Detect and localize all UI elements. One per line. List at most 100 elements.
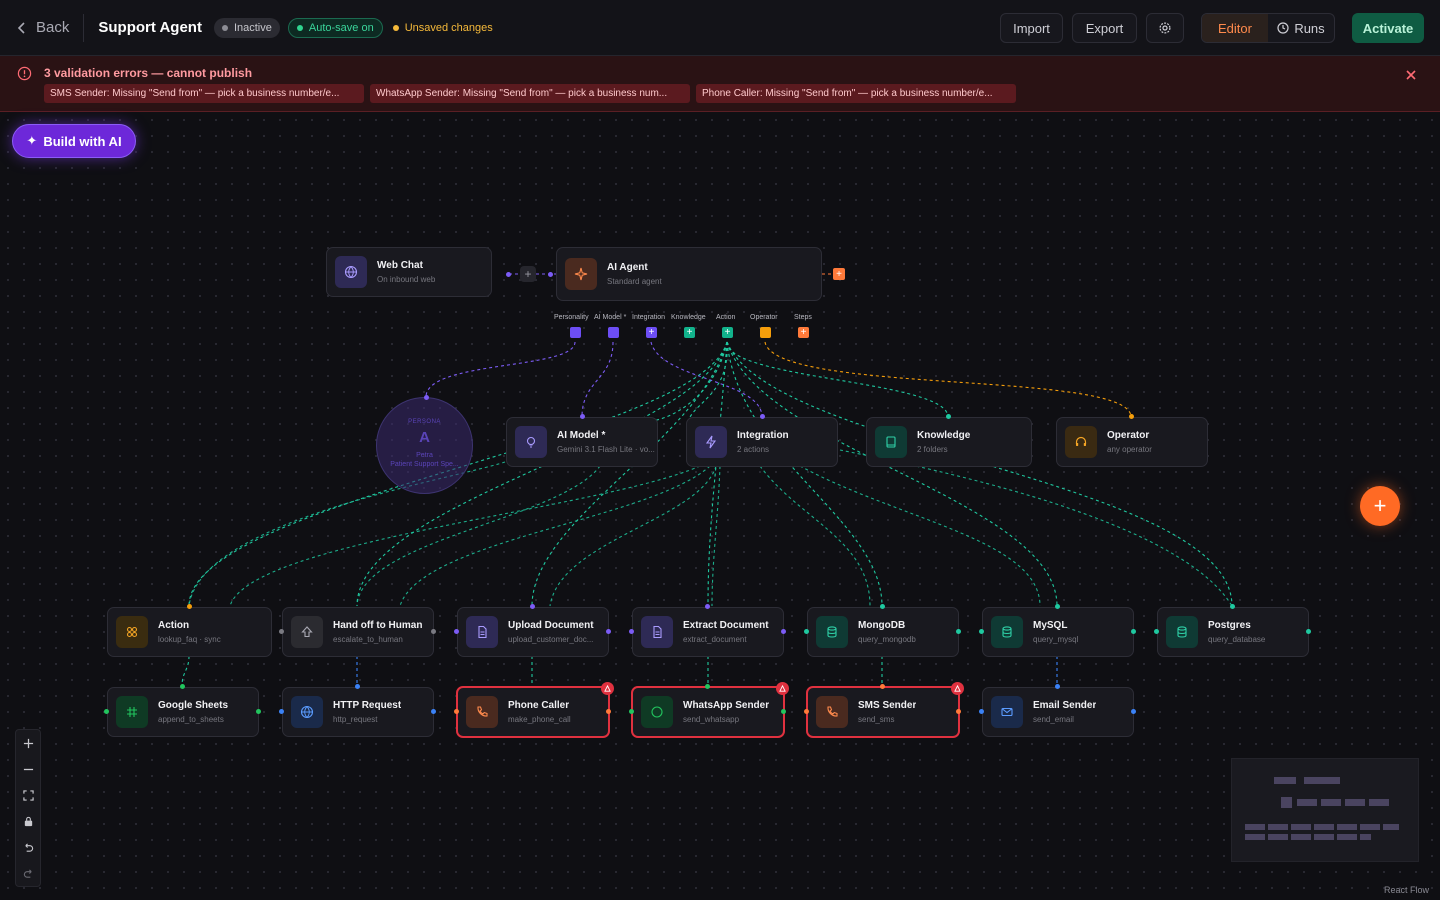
add-node-fab[interactable]: + (1360, 486, 1400, 526)
handle-out[interactable] (606, 709, 611, 714)
tab-runs[interactable]: Runs (1268, 14, 1334, 42)
node-email-sender[interactable]: Email Sender send_email (982, 687, 1134, 737)
handle-top[interactable] (1230, 604, 1235, 609)
error-chip-sms[interactable]: SMS Sender: Missing "Send from" — pick a… (44, 84, 364, 103)
handle-in[interactable] (629, 629, 634, 634)
handle-in[interactable] (580, 414, 585, 419)
handle-out[interactable] (956, 709, 961, 714)
slot-action-add[interactable]: + (722, 327, 733, 338)
error-chip-whatsapp[interactable]: WhatsApp Sender: Missing "Send from" — p… (370, 84, 690, 103)
settings-button[interactable] (1146, 13, 1184, 43)
handle-in[interactable] (629, 709, 634, 714)
handle-top[interactable] (355, 684, 360, 689)
persona-node[interactable]: PERSONA A Petra Patient Support Spe... (376, 397, 473, 494)
undo-button[interactable] (16, 834, 40, 860)
node-google-sheets[interactable]: Google Sheets append_to_sheets (107, 687, 259, 737)
node-web-chat[interactable]: Web Chat On inbound web (326, 247, 492, 297)
slot-personality[interactable] (570, 327, 581, 338)
handle-in[interactable] (804, 709, 809, 714)
node-hand-off[interactable]: Hand off to Human escalate_to_human (282, 607, 434, 657)
slot-steps-add[interactable]: + (798, 327, 809, 338)
handle-out[interactable] (256, 709, 261, 714)
add-next-step-button[interactable]: + (833, 268, 845, 280)
node-phone-caller[interactable]: Phone Caller make_phone_call (456, 682, 614, 738)
handle-out[interactable] (1131, 709, 1136, 714)
agent-name[interactable]: Support Agent (98, 19, 202, 36)
node-knowledge[interactable]: Knowledge 2 folders (866, 417, 1032, 467)
handle-in[interactable] (548, 272, 553, 277)
react-flow-attribution[interactable]: React Flow (1384, 885, 1429, 895)
handle-out[interactable] (606, 629, 611, 634)
node-mongodb[interactable]: MongoDB query_mongodb (807, 607, 959, 657)
node-upload-document[interactable]: Upload Document upload_customer_doc... (457, 607, 609, 657)
node-integration[interactable]: Integration 2 actions (686, 417, 838, 467)
handle-out[interactable] (431, 709, 436, 714)
handle-out[interactable] (781, 709, 786, 714)
handle-in[interactable] (187, 604, 192, 609)
minimap-node (1321, 799, 1341, 806)
back-button[interactable]: Back (16, 19, 83, 36)
handle-in[interactable] (424, 395, 429, 400)
handle-in[interactable] (804, 629, 809, 634)
export-button[interactable]: Export (1072, 13, 1137, 43)
node-http-request[interactable]: HTTP Request http_request (282, 687, 434, 737)
node-sms-sender[interactable]: SMS Sender send_sms (806, 682, 964, 738)
handle-in[interactable] (279, 629, 284, 634)
build-with-ai-button[interactable]: ✦ Build with AI (12, 124, 136, 158)
node-subtitle: 2 folders (917, 445, 948, 454)
slot-ai-model[interactable] (608, 327, 619, 338)
error-chip-phone[interactable]: Phone Caller: Missing "Send from" — pick… (696, 84, 1016, 103)
handle-top[interactable] (1055, 684, 1060, 689)
handle-out[interactable] (506, 272, 511, 277)
handle-in[interactable] (979, 629, 984, 634)
fit-view-icon (22, 789, 34, 801)
node-extract-document[interactable]: Extract Document extract_document (632, 607, 784, 657)
handle-in[interactable] (104, 709, 109, 714)
minimap[interactable] (1231, 758, 1419, 862)
handle-top[interactable] (880, 604, 885, 609)
handle-out[interactable] (431, 629, 436, 634)
slot-knowledge-add[interactable]: + (684, 327, 695, 338)
slot-operator[interactable] (760, 327, 771, 338)
zoom-out-button[interactable] (16, 756, 40, 782)
handle-in[interactable] (279, 709, 284, 714)
lock-button[interactable] (16, 808, 40, 834)
handle-in[interactable] (1154, 629, 1159, 634)
handle-in[interactable] (1129, 414, 1134, 419)
node-ai-model[interactable]: AI Model * Gemini 3.1 Flash Lite · vo... (506, 417, 658, 467)
redo-button[interactable] (16, 860, 40, 886)
handle-top[interactable] (530, 604, 535, 609)
status-label: Inactive (233, 21, 272, 34)
node-whatsapp-sender[interactable]: WhatsApp Sender send_whatsapp (631, 682, 789, 738)
handle-top[interactable] (180, 684, 185, 689)
autosave-badge[interactable]: Auto-save on (287, 17, 383, 38)
handle-in[interactable] (454, 709, 459, 714)
slot-integration-add[interactable]: + (646, 327, 657, 338)
fit-view-button[interactable] (16, 782, 40, 808)
handle-in[interactable] (760, 414, 765, 419)
handle-top[interactable] (880, 684, 885, 689)
handle-out[interactable] (1306, 629, 1311, 634)
handle-in[interactable] (946, 414, 951, 419)
back-label: Back (36, 19, 70, 36)
handle-top[interactable] (1055, 604, 1060, 609)
node-postgres[interactable]: Postgres query_database (1157, 607, 1309, 657)
handle-out[interactable] (1131, 629, 1136, 634)
tab-editor[interactable]: Editor (1202, 14, 1268, 42)
import-button[interactable]: Import (1000, 13, 1063, 43)
node-action[interactable]: Action lookup_faq · sync (107, 607, 272, 657)
handle-in[interactable] (454, 629, 459, 634)
handle-in[interactable] (979, 709, 984, 714)
node-subtitle: any operator (1107, 445, 1152, 454)
handle-top[interactable] (705, 684, 710, 689)
insert-step-button[interactable]: + (520, 266, 536, 282)
close-icon[interactable] (1404, 68, 1418, 82)
node-operator[interactable]: Operator any operator (1056, 417, 1208, 467)
node-ai-agent[interactable]: AI Agent Standard agent (556, 247, 822, 301)
activate-button[interactable]: Activate (1352, 13, 1424, 43)
handle-out[interactable] (781, 629, 786, 634)
handle-out[interactable] (956, 629, 961, 634)
handle-top[interactable] (705, 604, 710, 609)
node-mysql[interactable]: MySQL query_mysql (982, 607, 1134, 657)
zoom-in-button[interactable] (16, 730, 40, 756)
